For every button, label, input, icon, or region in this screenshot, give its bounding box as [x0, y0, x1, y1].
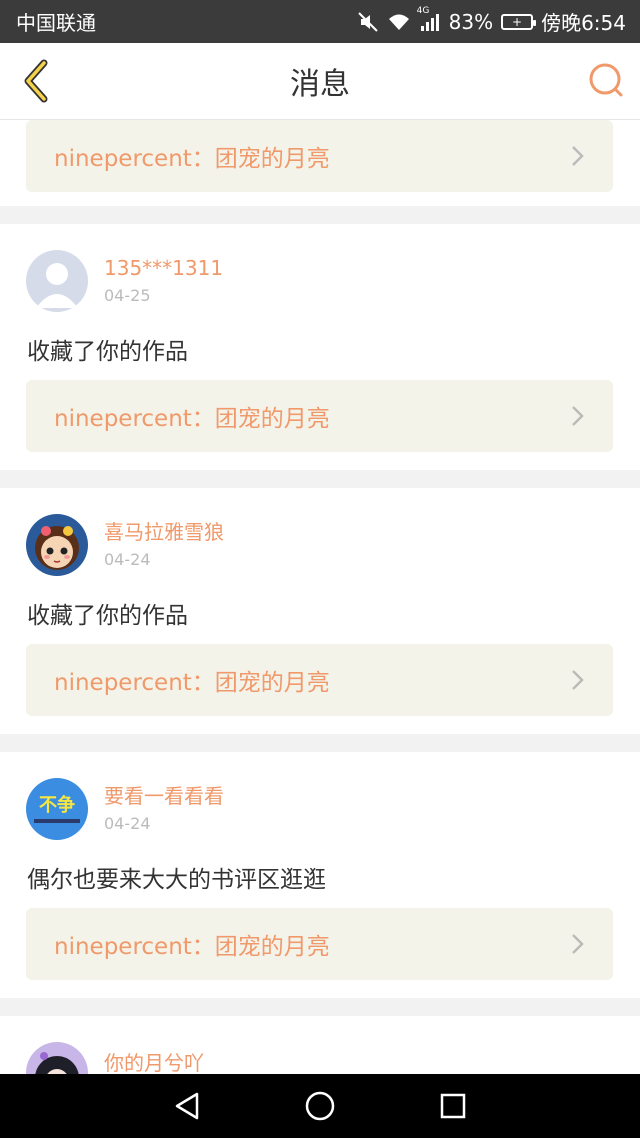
avatar[interactable] [26, 1042, 88, 1074]
avatar[interactable] [26, 514, 88, 576]
avatar[interactable]: 不争 [26, 778, 88, 840]
search-icon [589, 63, 623, 97]
search-button[interactable] [586, 61, 626, 101]
username[interactable]: 要看一看看看 [104, 783, 224, 809]
message-text: 偶尔也要来大大的书评区逛逛 [27, 867, 326, 893]
clock: 傍晚6:54 [541, 11, 626, 35]
message-card: 不争 要看一看看看 04-24 偶尔也要来大大的书评区逛逛 ninepercen… [0, 752, 640, 998]
message-date: 04-24 [104, 550, 151, 569]
username[interactable]: 135***1311 [104, 255, 223, 281]
work-link[interactable]: ninepercent：团宠的月亮 [26, 120, 613, 192]
chevron-left-icon [24, 59, 48, 103]
message-card: 你的月兮吖 [0, 1016, 640, 1074]
status-icons: 4G 83% + 傍晚6:54 [357, 6, 626, 36]
message-text: 收藏了你的作品 [27, 603, 188, 629]
work-link[interactable]: ninepercent：团宠的月亮 [26, 908, 613, 980]
work-title: ninepercent：团宠的月亮 [54, 670, 330, 696]
work-title: ninepercent：团宠的月亮 [54, 934, 330, 960]
chevron-right-icon [571, 405, 585, 427]
wifi-icon [387, 12, 411, 32]
message-date: 04-24 [104, 814, 151, 833]
card-user[interactable]: 喜马拉雅雪狼 04-24 [26, 514, 224, 576]
chevron-right-icon [571, 145, 585, 167]
carrier-label: 中国联通 [16, 11, 96, 35]
username[interactable]: 你的月兮吖 [104, 1050, 204, 1074]
signal-icon: 4G [417, 6, 441, 32]
mute-icon [357, 11, 379, 33]
anime-avatar-icon [26, 1042, 88, 1074]
header: 消息 [0, 43, 640, 120]
triangle-back-icon [175, 1092, 198, 1120]
cartoon-girl-avatar-icon [26, 514, 88, 576]
battery-percent: 83% [448, 9, 494, 34]
nav-recents-button[interactable] [433, 1086, 473, 1126]
system-nav-bar [0, 1074, 640, 1138]
nav-back-button[interactable] [167, 1086, 207, 1126]
circle-home-icon [305, 1091, 335, 1121]
message-date: 04-25 [104, 286, 151, 305]
work-title: ninepercent：团宠的月亮 [54, 406, 330, 432]
message-list[interactable]: ninepercent：团宠的月亮 135***1311 04-25 收藏了你的… [0, 120, 640, 1074]
back-button[interactable] [14, 57, 58, 105]
page-title: 消息 [290, 67, 350, 102]
work-title: ninepercent：团宠的月亮 [54, 146, 330, 172]
chevron-right-icon [571, 933, 585, 955]
message-text: 收藏了你的作品 [27, 339, 188, 365]
message-card: 喜马拉雅雪狼 04-24 收藏了你的作品 ninepercent：团宠的月亮 [0, 488, 640, 734]
message-card: 135***1311 04-25 收藏了你的作品 ninepercent：团宠的… [0, 224, 640, 470]
username[interactable]: 喜马拉雅雪狼 [104, 519, 224, 545]
default-avatar-icon [26, 250, 88, 312]
network-label: 4G [416, 5, 430, 16]
card-user[interactable]: 你的月兮吖 [26, 1042, 204, 1074]
card-user[interactable]: 135***1311 04-25 [26, 250, 223, 312]
card-user[interactable]: 不争 要看一看看看 04-24 [26, 778, 224, 840]
avatar-subtext-decoration [34, 818, 80, 823]
avatar-text: 不争 [39, 794, 75, 816]
nav-home-button[interactable] [300, 1086, 340, 1126]
work-link[interactable]: ninepercent：团宠的月亮 [26, 644, 613, 716]
message-card: ninepercent：团宠的月亮 [0, 120, 640, 206]
square-recents-icon [441, 1093, 466, 1119]
status-bar: 中国联通 4G 83% + 傍晚6:54 [0, 0, 640, 43]
avatar[interactable] [26, 250, 88, 312]
chevron-right-icon [571, 669, 585, 691]
work-link[interactable]: ninepercent：团宠的月亮 [26, 380, 613, 452]
battery-icon: + [501, 13, 537, 30]
